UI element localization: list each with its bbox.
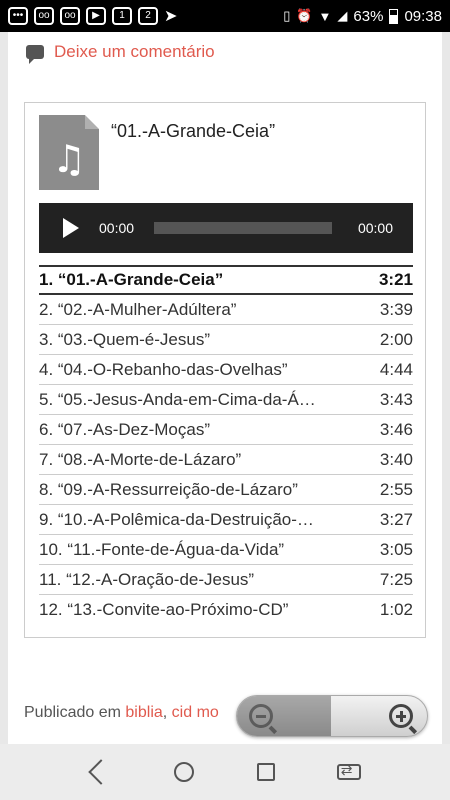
track-item[interactable]: 2. “02.-A-Mulher-Adúltera” 3:39 xyxy=(39,295,413,325)
leave-comment-link[interactable]: Deixe um comentário xyxy=(26,42,215,64)
zoom-in-icon xyxy=(389,704,413,728)
track-name: 3. “03.-Quem-é-Jesus” xyxy=(39,329,210,349)
home-button[interactable] xyxy=(169,757,199,787)
category-separator: , xyxy=(162,704,168,721)
track-duration: 1:02 xyxy=(379,600,413,619)
home-icon xyxy=(173,762,194,782)
track-item[interactable]: 3. “03.-Quem-é-Jesus” 2:00 xyxy=(39,325,413,355)
battery-percent: 63% xyxy=(353,7,384,25)
current-track-title: “01.-A-Grande-Ceia” xyxy=(111,121,276,141)
track-duration: 3:43 xyxy=(379,389,413,409)
track-duration: 4:44 xyxy=(379,359,413,379)
track-name: 10. “11.-Fonte-de-Água-da-Vida” xyxy=(39,539,285,559)
back-button[interactable] xyxy=(86,757,116,787)
article-content: Deixe um comentário ♫ “01.-A-Grande-Ceia… xyxy=(8,32,442,744)
sim1-icon: 1 xyxy=(112,7,132,25)
play-button[interactable] xyxy=(63,218,79,238)
current-time: 00:00 xyxy=(99,220,135,236)
audio-playlist: ♫ “01.-A-Grande-Ceia” 00:00 00:00 1. “01… xyxy=(24,102,426,638)
track-item[interactable]: 8. “09.-A-Ressurreição-de-Lázaro” 2:55 xyxy=(39,475,413,505)
voicemail-icon: oo xyxy=(60,7,80,25)
track-name: 4. “04.-O-Rebanho-das-Ovelhas” xyxy=(39,359,288,379)
clock: 09:38 xyxy=(404,7,442,25)
track-duration: 3:27 xyxy=(379,509,413,529)
track-name: 8. “09.-A-Ressurreição-de-Lázaro” xyxy=(39,479,298,499)
system-icons: ▯ ⏰ ▼ ◢ 63% 09:38 xyxy=(283,8,442,25)
track-duration: 7:25 xyxy=(379,569,413,589)
track-name: 6. “07.-As-Dez-Moças” xyxy=(39,419,210,439)
track-item[interactable]: 10. “11.-Fonte-de-Água-da-Vida” 3:05 xyxy=(39,535,413,565)
switch-icon xyxy=(336,762,361,780)
track-list: 1. “01.-A-Grande-Ceia” 3:21 2. “02.-A-Mul… xyxy=(39,265,413,625)
signal-icon: ◢ xyxy=(337,8,348,23)
wifi-icon: ▼ xyxy=(318,8,332,24)
track-name: 9. “10.-A-Polêmica-da-Destruição-… xyxy=(39,509,314,529)
status-bar: ••• oo oo ▶ 1 2 ➤ ▯ ⏰ ▼ ◢ 63% 09:38 xyxy=(0,0,450,32)
track-name: 2. “02.-A-Mulher-Adúltera” xyxy=(39,299,237,319)
android-nav-bar xyxy=(0,744,450,800)
track-duration: 3:05 xyxy=(379,539,413,559)
track-item[interactable]: 12. “13.-Convite-ao-Próximo-CD” 1:02 xyxy=(39,595,413,625)
track-item[interactable]: 5. “05.-Jesus-Anda-em-Cima-da-Á… 3:43 xyxy=(39,385,413,415)
progress-rail[interactable] xyxy=(154,222,333,234)
track-name: 7. “08.-A-Morte-de-Lázaro” xyxy=(39,449,242,469)
track-duration: 2:55 xyxy=(379,479,413,499)
recents-button[interactable] xyxy=(251,757,281,787)
back-icon xyxy=(88,759,114,785)
voicemail-icon: oo xyxy=(34,7,54,25)
track-name: 11. “12.-A-Oração-de-Jesus” xyxy=(39,569,255,589)
category-link-cid[interactable]: cid mo xyxy=(172,704,219,721)
track-name: 5. “05.-Jesus-Anda-em-Cima-da-Á… xyxy=(39,389,316,409)
playlist-header: ♫ “01.-A-Grande-Ceia” xyxy=(39,115,275,190)
zoom-out-icon xyxy=(249,704,273,728)
audio-file-icon: ♫ xyxy=(39,115,99,190)
track-item[interactable]: 9. “10.-A-Polêmica-da-Destruição-… 3:27 xyxy=(39,505,413,535)
zoom-control xyxy=(236,695,428,737)
track-duration: 3:40 xyxy=(379,449,413,469)
published-prefix: Publicado em xyxy=(24,704,121,721)
track-item[interactable]: 1. “01.-A-Grande-Ceia” 3:21 xyxy=(39,265,413,295)
notification-icons: ••• oo oo ▶ 1 2 ➤ xyxy=(8,6,177,26)
published-in: Publicado em biblia, cid mo xyxy=(24,704,219,722)
track-duration: 2:00 xyxy=(379,329,413,349)
track-name: 12. “13.-Convite-ao-Próximo-CD” xyxy=(39,600,289,619)
audio-player: 00:00 00:00 xyxy=(39,203,413,253)
track-name: 1. “01.-A-Grande-Ceia” xyxy=(39,270,224,289)
zoom-in-button[interactable] xyxy=(331,696,427,736)
track-duration: 3:39 xyxy=(379,299,413,319)
category-link-biblia[interactable]: biblia xyxy=(125,704,162,721)
vibrate-icon: ▯ xyxy=(283,8,291,23)
track-item[interactable]: 11. “12.-A-Oração-de-Jesus” 7:25 xyxy=(39,565,413,595)
track-item[interactable]: 7. “08.-A-Morte-de-Lázaro” 3:40 xyxy=(39,445,413,475)
switch-sim-button[interactable] xyxy=(334,757,364,787)
track-item[interactable]: 4. “04.-O-Rebanho-das-Ovelhas” 4:44 xyxy=(39,355,413,385)
battery-icon xyxy=(389,8,399,24)
track-duration: 3:46 xyxy=(379,419,413,439)
track-duration: 3:21 xyxy=(378,270,413,289)
zoom-out-button[interactable] xyxy=(237,696,331,736)
track-item[interactable]: 6. “07.-As-Dez-Moças” 3:46 xyxy=(39,415,413,445)
sim2-icon: 2 xyxy=(138,7,158,25)
telegram-icon: ➤ xyxy=(164,8,178,25)
comment-bubble-icon xyxy=(26,45,44,64)
duration: 00:00 xyxy=(357,220,393,236)
leave-comment-label: Deixe um comentário xyxy=(54,42,215,61)
youtube-icon: ▶ xyxy=(86,7,106,25)
recents-icon xyxy=(257,763,276,781)
alarm-icon: ⏰ xyxy=(296,8,313,23)
messages-icon: ••• xyxy=(8,7,28,25)
